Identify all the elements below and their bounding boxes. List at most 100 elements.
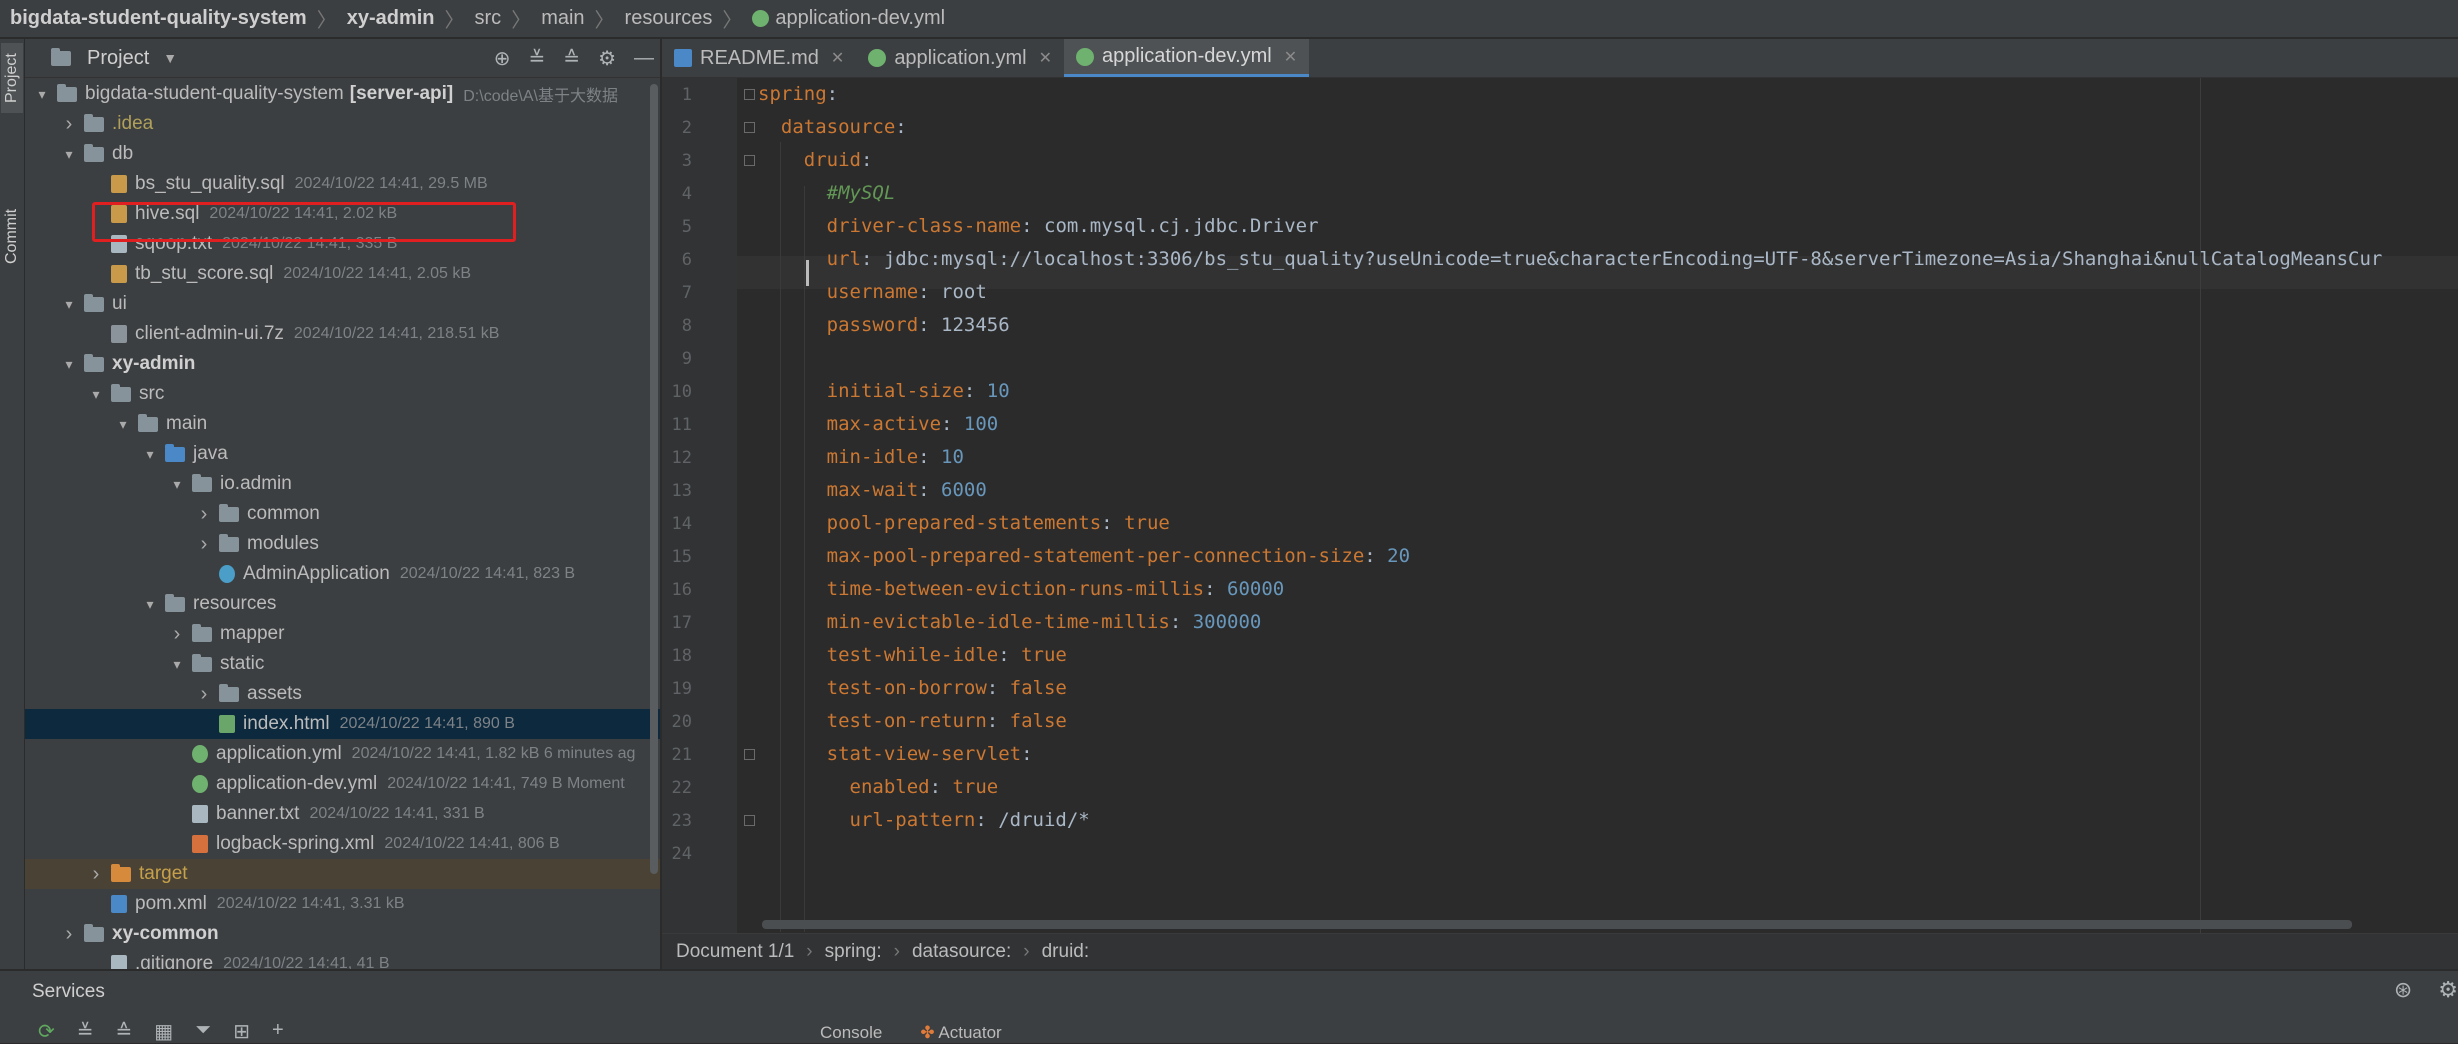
tree-item[interactable]: › modules xyxy=(25,529,660,559)
project-tool-tab[interactable]: Project xyxy=(1,43,23,113)
chevron-down-icon[interactable]: ▾ xyxy=(141,596,159,613)
tree-item[interactable]: › target xyxy=(25,859,660,889)
tree-item[interactable]: › xy-common xyxy=(25,919,660,949)
add-icon[interactable]: + xyxy=(272,1019,284,1044)
tree-item[interactable]: ▾ static xyxy=(25,649,660,679)
globe-icon[interactable]: ⊛ xyxy=(2394,977,2412,1003)
code-line: druid: xyxy=(758,144,873,177)
gear-icon[interactable]: ⚙ xyxy=(598,46,616,71)
fold-marker-icon[interactable] xyxy=(744,815,755,826)
tree-item[interactable]: › mapper xyxy=(25,619,660,649)
tree-item[interactable]: › .idea xyxy=(25,109,660,139)
editor-tab[interactable]: application-dev.yml ✕ xyxy=(1064,39,1310,77)
tree-item[interactable]: application-dev.yml 2024/10/22 14:41, 749… xyxy=(25,769,660,799)
editor-breadcrumb-item[interactable]: spring: xyxy=(825,941,882,963)
chevron-right-icon[interactable]: › xyxy=(60,923,78,946)
minimize-icon[interactable]: — xyxy=(634,47,654,70)
actuator-tab[interactable]: ✤ Actuator xyxy=(920,1023,1001,1043)
breadcrumb-item[interactable]: application-dev.yml xyxy=(775,7,945,30)
editor-breadcrumb-item[interactable]: datasource: xyxy=(912,941,1011,963)
tree-item[interactable]: ▾ ui xyxy=(25,289,660,319)
xml-file-icon xyxy=(192,835,208,853)
tree-item[interactable]: client-admin-ui.7z 2024/10/22 14:41, 218.… xyxy=(25,319,660,349)
fold-marker-icon[interactable] xyxy=(744,122,755,133)
breadcrumb-item[interactable]: bigdata-student-quality-system xyxy=(10,7,307,30)
gear-icon[interactable]: ⚙ xyxy=(2438,977,2458,1003)
chevron-down-icon[interactable]: ▾ xyxy=(60,146,78,163)
chevron-down-icon[interactable]: ▾ xyxy=(87,386,105,403)
fold-marker-icon[interactable] xyxy=(744,749,755,760)
code-editor[interactable]: 1 2 3 4 5 6 7 8 9 10 11 12 13 14 15 16 17 18 19 20 21 22 23 24 … xyxy=(662,78,2458,933)
tree-item-label: ui xyxy=(112,293,127,314)
tree-item[interactable]: bs_stu_quality.sql 2024/10/22 14:41, 29.5… xyxy=(25,169,660,199)
tree-item[interactable]: index.html 2024/10/22 14:41, 890 B xyxy=(25,709,660,739)
refresh-icon[interactable]: ⟳ xyxy=(38,1019,55,1044)
collapse-all-icon[interactable]: ≙ xyxy=(116,1019,133,1044)
breadcrumb-item[interactable]: xy-admin xyxy=(347,7,435,30)
editor-tab[interactable]: application.yml ✕ xyxy=(856,39,1064,77)
tree-item[interactable]: banner.txt 2024/10/22 14:41, 331 B xyxy=(25,799,660,829)
breadcrumb-item[interactable]: main xyxy=(541,7,584,30)
tree-item[interactable]: pom.xml 2024/10/22 14:41, 3.31 kB xyxy=(25,889,660,919)
close-icon[interactable]: ✕ xyxy=(1039,48,1052,68)
chevron-down-icon[interactable]: ▾ xyxy=(60,296,78,313)
tree-item[interactable]: tb_stu_score.sql 2024/10/22 14:41, 2.05 k… xyxy=(25,259,660,289)
close-icon[interactable]: ✕ xyxy=(1284,47,1297,67)
fold-marker-icon[interactable] xyxy=(744,89,755,100)
expand-all-icon[interactable]: ≚ xyxy=(77,1019,94,1044)
chevron-down-icon[interactable]: ▾ xyxy=(141,446,159,463)
tree-item[interactable]: › common xyxy=(25,499,660,529)
tree-item[interactable]: › assets xyxy=(25,679,660,709)
breadcrumb-item[interactable]: src xyxy=(475,7,502,30)
chevron-right-icon[interactable]: › xyxy=(168,623,186,646)
collapse-all-icon[interactable]: ≙ xyxy=(563,46,580,71)
project-scrollbar[interactable] xyxy=(650,84,658,874)
tree-item[interactable]: ▾ io.admin xyxy=(25,469,660,499)
tree-item[interactable]: AdminApplication 2024/10/22 14:41, 823 B xyxy=(25,559,660,589)
editor-breadcrumb-item[interactable]: druid: xyxy=(1042,941,1090,963)
editor-tab[interactable]: README.md ✕ xyxy=(662,39,856,77)
tree-item[interactable]: ▾ src xyxy=(25,379,660,409)
close-icon[interactable]: ✕ xyxy=(831,48,844,68)
code-line: test-while-idle: true xyxy=(758,639,1067,672)
chevron-right-icon[interactable]: › xyxy=(195,683,213,706)
console-tab[interactable]: Console xyxy=(820,1023,882,1043)
group-icon[interactable]: ▦ xyxy=(154,1019,173,1044)
chevron-down-icon[interactable]: ▾ xyxy=(114,416,132,433)
folder-icon xyxy=(84,293,104,312)
chevron-down-icon[interactable]: ▾ xyxy=(168,476,186,493)
locate-icon[interactable]: ⊕ xyxy=(494,46,511,71)
chevron-down-icon[interactable]: ▾ xyxy=(60,356,78,373)
tree-item[interactable]: ▾ resources xyxy=(25,589,660,619)
tree-item[interactable]: ▾ java xyxy=(25,439,660,469)
chevron-right-icon[interactable]: › xyxy=(60,113,78,136)
tree-item[interactable]: ▾ db xyxy=(25,139,660,169)
fold-marker-icon[interactable] xyxy=(744,155,755,166)
editor-breadcrumb-item[interactable]: Document 1/1 xyxy=(676,941,794,963)
tree-item[interactable]: ▾ bigdata-student-quality-system [server-a… xyxy=(25,79,660,109)
tree-item[interactable]: ▾ main xyxy=(25,409,660,439)
breadcrumb-item[interactable]: resources xyxy=(625,7,713,30)
code-area[interactable]: spring: datasource: druid: #MySQL driver… xyxy=(758,78,2458,933)
filter-icon[interactable]: ⏷ xyxy=(195,1019,211,1044)
folder-icon xyxy=(165,443,185,462)
commit-tool-tab[interactable]: Commit xyxy=(1,189,23,284)
chevron-down-icon[interactable]: ▼ xyxy=(163,50,177,66)
tree-item[interactable]: .gitignore 2024/10/22 14:41, 41 B xyxy=(25,949,660,969)
tree-item[interactable]: application.yml 2024/10/22 14:41, 1.82 kB… xyxy=(25,739,660,769)
project-panel-title[interactable]: Project xyxy=(87,47,149,70)
horizontal-scrollbar[interactable] xyxy=(762,920,2352,929)
chevron-right-icon[interactable]: › xyxy=(195,533,213,556)
folder-icon xyxy=(192,653,212,672)
chevron-right-icon[interactable]: › xyxy=(195,503,213,526)
chevron-right-icon[interactable]: › xyxy=(87,863,105,886)
tree-item[interactable]: logback-spring.xml 2024/10/22 14:41, 806 … xyxy=(25,829,660,859)
expand-all-icon[interactable]: ≚ xyxy=(529,46,546,71)
code-line: username: root xyxy=(758,276,987,309)
new-service-icon[interactable]: ⊞ xyxy=(233,1019,250,1044)
chevron-down-icon[interactable]: ▾ xyxy=(33,86,51,103)
tree-item-label: logback-spring.xml xyxy=(216,833,375,854)
services-title[interactable]: Services xyxy=(32,981,105,1003)
tree-item[interactable]: ▾ xy-admin xyxy=(25,349,660,379)
chevron-down-icon[interactable]: ▾ xyxy=(168,656,186,673)
